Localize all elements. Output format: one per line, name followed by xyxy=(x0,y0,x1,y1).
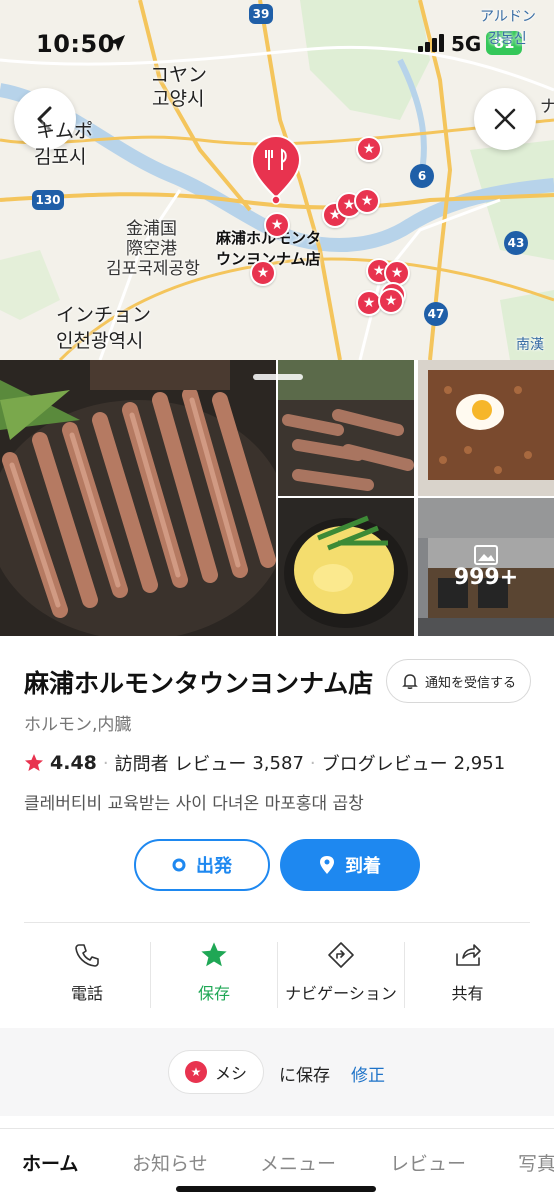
place-title: 麻浦ホルモンタウンヨンナム店 xyxy=(24,669,374,698)
map-label-incheon-jp: インチョン xyxy=(56,304,152,326)
map-label-namhan: 南漢 xyxy=(516,337,544,353)
map-label-airport-jp1: 金浦国 xyxy=(126,219,177,239)
location-arrow-icon xyxy=(109,35,125,51)
tab-home[interactable]: ホーム xyxy=(22,1149,78,1176)
navigation-icon xyxy=(328,942,354,968)
call-label: 電話 xyxy=(70,984,103,1003)
map-label-goyang-kr: 고양시 xyxy=(152,88,205,110)
saved-suffix-text: に保存 xyxy=(279,1066,330,1086)
map-star-pin[interactable]: ★ xyxy=(264,212,290,238)
visitor-reviews-label[interactable]: 訪問者 レビュー xyxy=(115,750,247,776)
star-badge-icon: ★ xyxy=(184,1061,207,1083)
close-button[interactable] xyxy=(474,88,536,150)
rating-star-icon xyxy=(25,754,43,771)
edit-saved-link[interactable]: 修正 xyxy=(351,1061,385,1086)
action-bar: 電話 保存 ナビゲーション 共有 xyxy=(24,940,530,1012)
status-bar: 10:50 5G 81 xyxy=(0,0,554,84)
saved-list-chip[interactable]: ★ メシ xyxy=(168,1050,264,1094)
separator-dot: · xyxy=(309,752,316,774)
notify-button[interactable]: 通知を受信する xyxy=(386,659,531,703)
place-category: ホルモン,内臓 xyxy=(24,715,132,735)
rating-score: 4.48 xyxy=(50,752,97,774)
save-label: 保存 xyxy=(197,984,230,1003)
depart-label: 出発 xyxy=(196,856,232,877)
more-photos-count: 999+ xyxy=(453,564,519,590)
road-number-43: 43 xyxy=(507,236,525,250)
map-label-goyang-jp: コヤン xyxy=(150,64,208,86)
share-icon xyxy=(455,944,481,966)
tab-photos[interactable]: 写真 xyxy=(518,1149,554,1176)
road-number-39: 39 xyxy=(252,7,270,21)
share-action[interactable]: 共有 xyxy=(405,940,530,1012)
map-label-airport-jp2: 際空港 xyxy=(126,239,177,259)
map-label-airport-kr: 김포국제공항 xyxy=(106,259,200,279)
blog-reviews-label[interactable]: ブログレビュー xyxy=(322,750,448,776)
blog-reviews-count[interactable]: 2,951 xyxy=(454,753,506,774)
map-star-pin[interactable]: ★ xyxy=(378,288,404,314)
star-icon xyxy=(201,942,227,967)
location-pin-icon xyxy=(320,856,334,874)
save-action[interactable]: 保存 xyxy=(151,940,277,1012)
call-action[interactable]: 電話 xyxy=(24,940,150,1012)
drag-handle[interactable] xyxy=(253,374,303,380)
arrive-label: 到着 xyxy=(345,856,381,877)
place-description: 클레버티비 교육받는 사이 다녀온 마포홍대 곱창 xyxy=(24,794,364,814)
rating-row: 4.48 · 訪問者 レビュー 3,587 · ブログレビュー 2,951 xyxy=(24,750,505,776)
map-star-pin[interactable]: ★ xyxy=(250,260,276,286)
map-label-gimpo-kr: 김포시 xyxy=(34,146,87,168)
photo-egg-soup[interactable] xyxy=(278,498,414,636)
map-label-partial: ナ xyxy=(540,97,554,117)
photo-gallery[interactable]: 999+ xyxy=(0,360,554,636)
tab-news[interactable]: お知らせ xyxy=(132,1149,208,1176)
map-label-incheon-kr: 인천광역시 xyxy=(56,330,144,352)
photo-icon xyxy=(474,544,498,565)
visitor-reviews-count[interactable]: 3,587 xyxy=(252,753,304,774)
more-photos-overlay[interactable]: 999+ xyxy=(418,498,554,636)
navigation-action[interactable]: ナビゲーション xyxy=(278,940,404,1012)
arrive-button[interactable]: 到着 xyxy=(280,839,420,891)
map-label-gangdong: 강동신 xyxy=(488,31,527,47)
saved-list-name: メシ xyxy=(214,1064,247,1083)
saved-list-section xyxy=(0,1028,554,1116)
status-time: 10:50 xyxy=(36,30,115,58)
phone-icon xyxy=(75,944,99,967)
photo-grill-2[interactable] xyxy=(278,360,414,496)
section-divider xyxy=(24,922,530,923)
map-star-pin[interactable]: ★ xyxy=(356,136,382,162)
separator-dot: · xyxy=(102,752,109,774)
map-label-ardun: アルドン xyxy=(480,9,536,25)
photo-main-grill[interactable] xyxy=(0,360,276,636)
home-indicator xyxy=(176,1186,376,1192)
road-number-47: 47 xyxy=(427,307,445,321)
close-icon xyxy=(494,108,516,130)
map-label-gimpo-jp: キムポ xyxy=(36,120,94,142)
photo-fried-rice[interactable] xyxy=(418,360,554,496)
road-number-6: 6 xyxy=(417,169,427,183)
tab-menu[interactable]: メニュー xyxy=(260,1149,336,1176)
bell-plus-icon xyxy=(402,674,418,689)
network-type: 5G xyxy=(451,32,482,56)
map-star-pin[interactable]: ★ xyxy=(354,188,380,214)
depart-button[interactable]: 出発 xyxy=(134,839,270,891)
notify-label: 通知を受信する xyxy=(424,675,516,691)
signal-icon xyxy=(418,34,444,52)
share-label: 共有 xyxy=(451,984,484,1003)
road-number-130: 130 xyxy=(35,193,61,207)
navigation-label: ナビゲーション xyxy=(285,984,397,1003)
origin-dot-icon xyxy=(172,858,186,872)
map-view[interactable]: 10:50 5G 81 コヤン 고양시 キムポ 김포시 金浦国 際空港 김포국제… xyxy=(0,0,554,360)
tab-reviews[interactable]: レビュー xyxy=(390,1149,466,1176)
